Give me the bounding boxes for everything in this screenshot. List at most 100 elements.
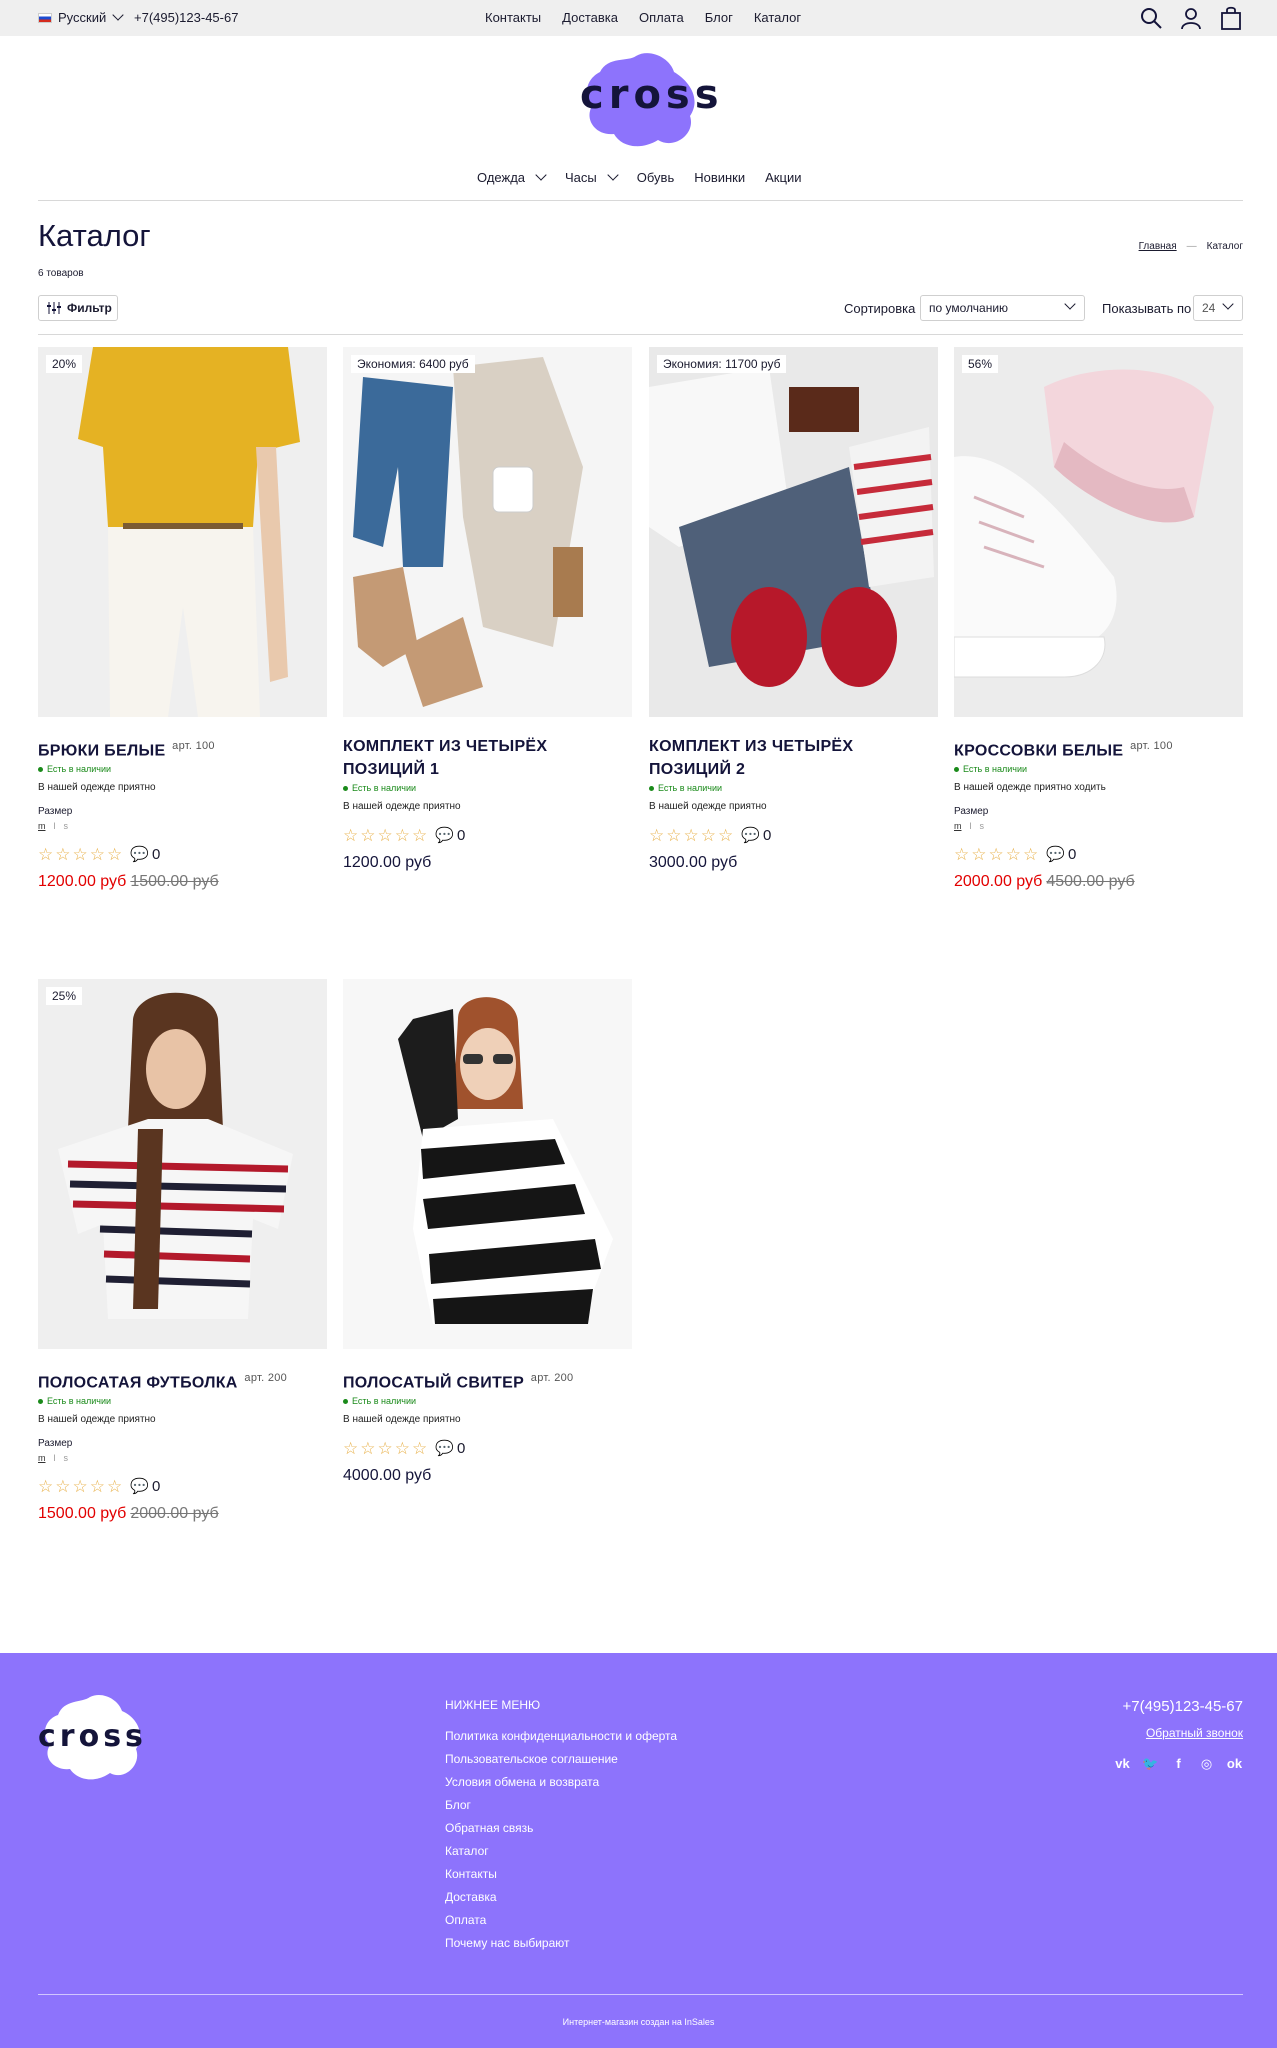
product-name[interactable]: ПОЛОСАТАЯ ФУТБОЛКА арт. 200 <box>38 1367 327 1394</box>
product-image[interactable]: Экономия: 6400 руб <box>343 347 632 717</box>
language-selector[interactable]: Русский <box>38 9 124 25</box>
top-nav-blog[interactable]: Блог <box>705 10 733 25</box>
product-image[interactable]: 56% <box>954 347 1243 717</box>
footer-link-blog[interactable]: Блог <box>445 1798 677 1812</box>
star-icon[interactable]: ☆ <box>649 827 664 844</box>
star-icon[interactable]: ☆ <box>412 1440 427 1457</box>
size-option-m[interactable]: m <box>38 821 46 831</box>
star-icon[interactable]: ☆ <box>412 827 427 844</box>
product-name[interactable]: КОМПЛЕКТ ИЗ ЧЕТЫРЁХ ПОЗИЦИЙ 1 <box>343 735 632 781</box>
footer-link-catalog[interactable]: Каталог <box>445 1844 677 1858</box>
instagram-icon[interactable]: ◎ <box>1198 1756 1215 1772</box>
size-option-s[interactable]: s <box>980 821 985 831</box>
star-icon[interactable]: ☆ <box>90 1478 105 1495</box>
product-image[interactable]: Экономия: 11700 руб <box>649 347 938 717</box>
star-icon[interactable]: ☆ <box>378 1440 393 1457</box>
star-icon[interactable]: ☆ <box>90 846 105 863</box>
star-icon[interactable]: ☆ <box>395 827 410 844</box>
footer-link-feedback[interactable]: Обратная связь <box>445 1821 677 1835</box>
top-nav-payment[interactable]: Оплата <box>639 10 684 25</box>
product-name[interactable]: КОМПЛЕКТ ИЗ ЧЕТЫРЁХ ПОЗИЦИЙ 2 <box>649 735 938 781</box>
star-icon[interactable]: ☆ <box>38 1478 53 1495</box>
size-option-l[interactable]: l <box>54 821 56 831</box>
size-option-s[interactable]: s <box>64 821 69 831</box>
site-logo[interactable]: cross <box>578 50 719 150</box>
main-nav-new[interactable]: Новинки <box>694 170 745 185</box>
product-name[interactable]: ПОЛОСАТЫЙ СВИТЕР арт. 200 <box>343 1367 632 1394</box>
footer-link-payment[interactable]: Оплата <box>445 1913 677 1927</box>
main-nav-clothes[interactable]: Одежда <box>477 169 547 185</box>
size-option-m[interactable]: m <box>954 821 962 831</box>
comments-link[interactable]: 💬 0 <box>435 826 465 845</box>
vk-icon[interactable]: vk <box>1114 1756 1131 1772</box>
product-image[interactable]: 25% <box>38 979 327 1349</box>
product-image[interactable]: 20% <box>38 347 327 717</box>
size-option-l[interactable]: l <box>970 821 972 831</box>
star-icon[interactable]: ☆ <box>684 827 699 844</box>
filter-button[interactable]: Фильтр <box>38 295 118 321</box>
per-page-select[interactable]: 24 <box>1193 295 1243 321</box>
star-icon[interactable]: ☆ <box>989 846 1004 863</box>
odnoklassniki-icon[interactable]: ok <box>1226 1756 1243 1772</box>
comments-link[interactable]: 💬 0 <box>435 1439 465 1458</box>
star-icon[interactable]: ☆ <box>107 846 122 863</box>
footer-link-privacy[interactable]: Политика конфиденциальности и оферта <box>445 1729 677 1743</box>
star-icon[interactable]: ☆ <box>701 827 716 844</box>
breadcrumb-home[interactable]: Главная <box>1139 241 1177 252</box>
star-icon[interactable]: ☆ <box>1006 846 1021 863</box>
star-icon[interactable]: ☆ <box>38 846 53 863</box>
callback-link[interactable]: Обратный звонок <box>1146 1726 1243 1740</box>
footer-link-why-us[interactable]: Почему нас выбирают <box>445 1936 677 1950</box>
star-icon[interactable]: ☆ <box>360 1440 375 1457</box>
star-icon[interactable]: ☆ <box>1023 846 1038 863</box>
star-icon[interactable]: ☆ <box>666 827 681 844</box>
star-icon[interactable]: ☆ <box>718 827 733 844</box>
footer-logo[interactable]: cross <box>38 1693 148 1783</box>
facebook-icon[interactable]: f <box>1170 1756 1187 1772</box>
top-nav-contacts[interactable]: Контакты <box>485 10 541 25</box>
comments-link[interactable]: 💬 0 <box>741 826 771 845</box>
user-icon[interactable] <box>1179 6 1203 30</box>
footer-link-agreement[interactable]: Пользовательское соглашение <box>445 1752 677 1766</box>
product-name[interactable]: БРЮКИ БЕЛЫЕ арт. 100 <box>38 735 327 762</box>
star-icon[interactable]: ☆ <box>971 846 986 863</box>
footer-phone[interactable]: +7(495)123-45-67 <box>1122 1698 1243 1715</box>
product-card[interactable]: 20% БРЮКИ БЕЛЫЕ арт. 100 Есть в наличии … <box>38 347 327 891</box>
main-nav-shoes[interactable]: Обувь <box>637 170 674 185</box>
search-icon[interactable] <box>1139 6 1163 30</box>
footer-link-contacts[interactable]: Контакты <box>445 1867 677 1881</box>
star-icon[interactable]: ☆ <box>55 1478 70 1495</box>
product-card[interactable]: ПОЛОСАТЫЙ СВИТЕР арт. 200 Есть в наличии… <box>343 979 632 1485</box>
comments-link[interactable]: 💬 0 <box>130 845 160 864</box>
size-option-s[interactable]: s <box>64 1453 69 1463</box>
star-icon[interactable]: ☆ <box>343 1440 358 1457</box>
footer-link-returns[interactable]: Условия обмена и возврата <box>445 1775 677 1789</box>
product-card[interactable]: 56% КРОССОВКИ БЕЛЫЕ арт. 100 Есть в нали… <box>954 347 1243 891</box>
star-icon[interactable]: ☆ <box>55 846 70 863</box>
footer-copyright[interactable]: Интернет-магазин создан на InSales <box>0 2017 1277 2027</box>
footer-link-delivery[interactable]: Доставка <box>445 1890 677 1904</box>
cart-icon[interactable] <box>1219 6 1243 30</box>
star-icon[interactable]: ☆ <box>360 827 375 844</box>
star-icon[interactable]: ☆ <box>395 1440 410 1457</box>
size-option-m[interactable]: m <box>38 1453 46 1463</box>
size-option-l[interactable]: l <box>54 1453 56 1463</box>
product-card[interactable]: Экономия: 6400 руб КОМПЛЕКТ ИЗ ЧЕТЫРЁХ П… <box>343 347 632 872</box>
twitter-icon[interactable]: 🐦 <box>1142 1756 1159 1772</box>
top-nav-delivery[interactable]: Доставка <box>562 10 618 25</box>
star-icon[interactable]: ☆ <box>954 846 969 863</box>
comments-link[interactable]: 💬 0 <box>130 1477 160 1496</box>
star-icon[interactable]: ☆ <box>378 827 393 844</box>
star-icon[interactable]: ☆ <box>73 846 88 863</box>
star-icon[interactable]: ☆ <box>107 1478 122 1495</box>
product-card[interactable]: Экономия: 11700 руб КОМПЛЕКТ ИЗ ЧЕТЫРЁХ … <box>649 347 938 872</box>
top-phone[interactable]: +7(495)123-45-67 <box>134 10 238 25</box>
top-nav-catalog[interactable]: Каталог <box>754 10 801 25</box>
main-nav-watches[interactable]: Часы <box>565 169 619 185</box>
product-image[interactable] <box>343 979 632 1349</box>
product-card[interactable]: 25% ПОЛОСАТАЯ ФУТБОЛКА арт. 200 Есть в н… <box>38 979 327 1523</box>
sort-select[interactable]: по умолчанию <box>920 295 1085 321</box>
star-icon[interactable]: ☆ <box>73 1478 88 1495</box>
comments-link[interactable]: 💬 0 <box>1046 845 1076 864</box>
main-nav-sales[interactable]: Акции <box>765 170 801 185</box>
